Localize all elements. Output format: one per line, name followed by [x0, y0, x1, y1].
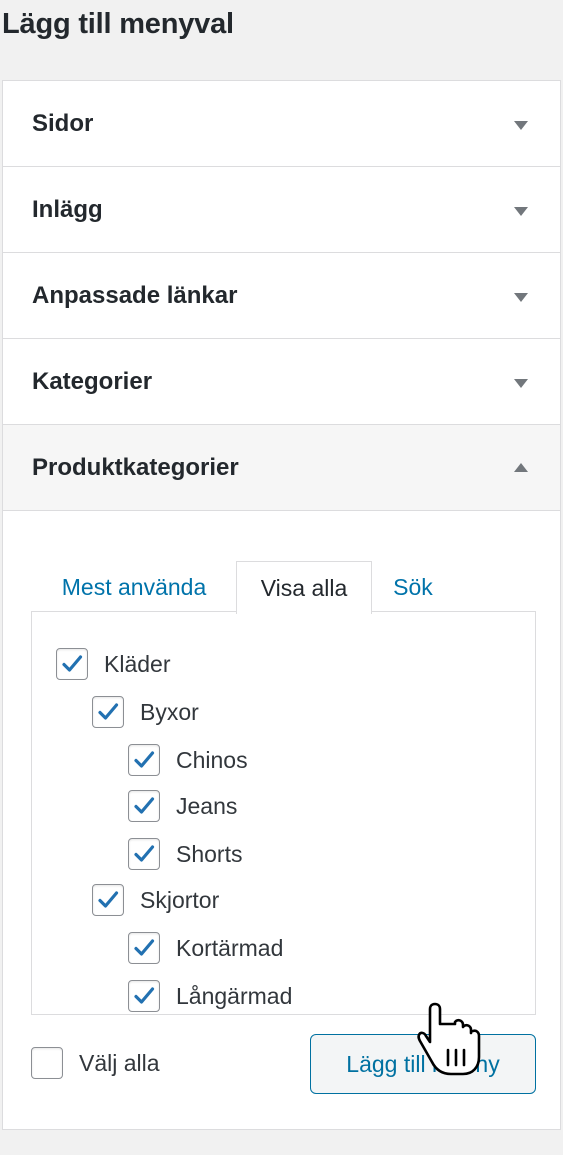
category-checkbox[interactable] [128, 744, 160, 776]
category-checkbox[interactable] [128, 838, 160, 870]
category-checkbox[interactable] [128, 790, 160, 822]
caret-up-icon [514, 463, 528, 472]
select-all-checkbox[interactable] [31, 1047, 63, 1079]
category-checkbox[interactable] [92, 696, 124, 728]
accordion-section-sidor[interactable]: Sidor [3, 81, 560, 167]
caret-down-icon [514, 121, 528, 130]
category-label: Jeans [176, 793, 238, 819]
category-label: Chinos [176, 747, 248, 773]
tab-view-all[interactable]: Visa alla [236, 561, 372, 614]
accordion-section-kategorier[interactable]: Kategorier [3, 339, 560, 425]
select-all-label: Välj alla [79, 1050, 160, 1076]
category-checkbox[interactable] [56, 648, 88, 680]
accordion-section-title: Produktkategorier [32, 454, 239, 481]
category-checkbox[interactable] [128, 980, 160, 1012]
checkmark-icon [134, 751, 155, 768]
checkmark-icon [134, 845, 155, 862]
menu-items-panel: Sidor Inlägg Anpassade länkar Kategorier… [2, 80, 561, 1130]
category-label: Skjortor [140, 887, 220, 913]
checkmark-icon [134, 987, 155, 1004]
caret-down-icon [514, 379, 528, 388]
category-checkbox[interactable] [128, 932, 160, 964]
accordion-section-title: Inlägg [32, 196, 103, 223]
tab-search[interactable]: Sök [381, 561, 445, 613]
checkmark-icon [98, 891, 119, 908]
category-tabs: Mest använda Visa alla Sök [3, 561, 560, 614]
checkmark-icon [98, 703, 119, 720]
accordion-section-title: Anpassade länkar [32, 282, 238, 309]
checkmark-icon [134, 939, 155, 956]
caret-down-icon [514, 293, 528, 302]
caret-down-icon [514, 207, 528, 216]
category-label: Kortärmad [176, 935, 284, 961]
category-label: Kläder [104, 651, 171, 677]
accordion-section-inlagg[interactable]: Inlägg [3, 167, 560, 253]
category-checkbox[interactable] [92, 884, 124, 916]
tab-most-used[interactable]: Mest använda [31, 561, 237, 613]
checkmark-icon [134, 797, 155, 814]
category-label: Shorts [176, 841, 243, 867]
category-checklist: Kläder Byxor Chinos Jeans Shorts Skjorto… [31, 611, 536, 1015]
accordion-section-title: Kategorier [32, 368, 153, 395]
page-title: Lägg till menyval [2, 8, 234, 40]
checkmark-icon [62, 655, 83, 672]
accordion-section-produktkategorier[interactable]: Produktkategorier [3, 425, 560, 511]
accordion-section-title: Sidor [32, 110, 94, 137]
hand-pointer-icon [417, 1002, 481, 1076]
category-label: Långärmad [176, 983, 293, 1009]
category-label: Byxor [140, 699, 199, 725]
accordion-section-anpassade-lankar[interactable]: Anpassade länkar [3, 253, 560, 339]
